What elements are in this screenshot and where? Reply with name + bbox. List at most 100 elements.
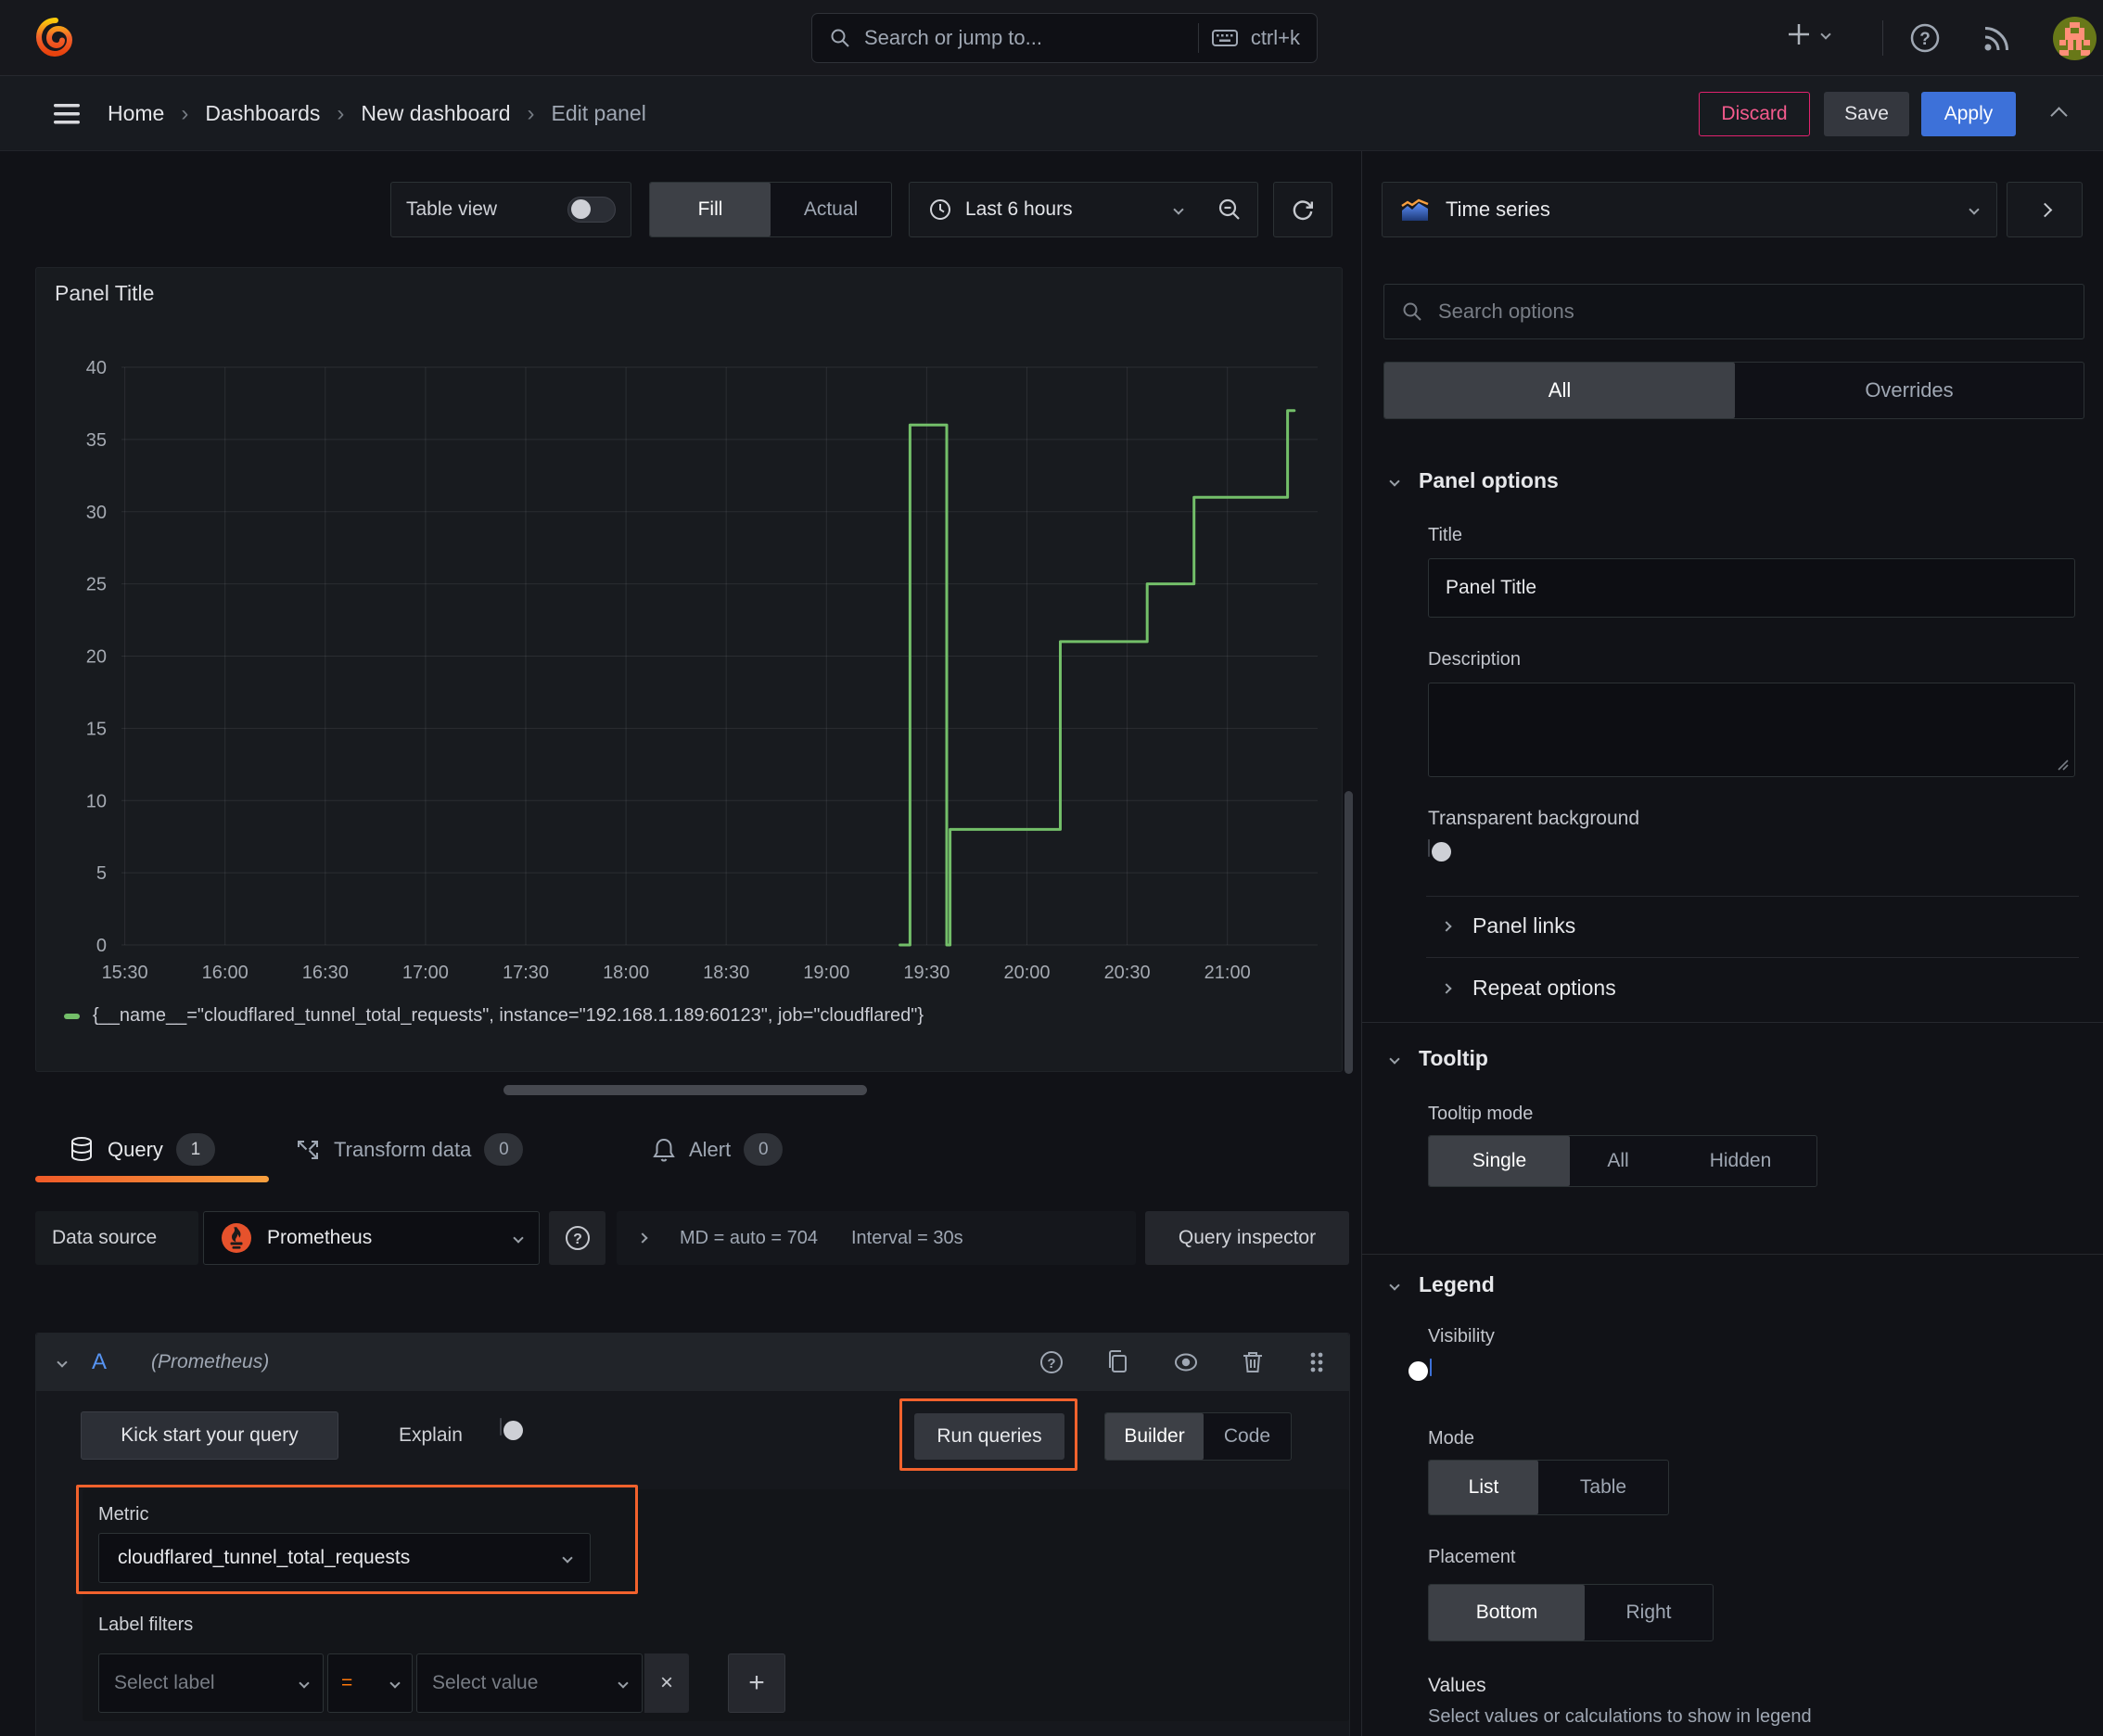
panel-description-textarea[interactable] xyxy=(1428,683,2075,777)
legend-mode-table[interactable]: Table xyxy=(1538,1461,1668,1514)
apply-button[interactable]: Apply xyxy=(1921,92,2016,136)
query-inspector-button[interactable]: Query inspector xyxy=(1145,1211,1349,1265)
transparent-background-toggle[interactable] xyxy=(1428,839,1451,862)
section-header-repeat-options[interactable]: Repeat options xyxy=(1441,976,1616,1001)
tab-overrides[interactable]: Overrides xyxy=(1735,363,2084,418)
legend-visibility-toggle[interactable] xyxy=(1408,1359,1432,1381)
news-icon[interactable] xyxy=(1980,20,2015,56)
zoom-out-icon xyxy=(1217,197,1243,223)
explain-toggle[interactable] xyxy=(500,1418,523,1440)
help-icon[interactable]: ? xyxy=(1906,19,1944,57)
datasource-help-button[interactable]: ? xyxy=(549,1211,605,1265)
legend-placement-right[interactable]: Right xyxy=(1585,1585,1713,1640)
delete-query-trash-icon[interactable] xyxy=(1240,1348,1266,1376)
svg-text:?: ? xyxy=(1919,30,1931,49)
help-circle-icon: ? xyxy=(563,1223,593,1253)
chevron-down-icon xyxy=(1389,1053,1400,1065)
breadcrumb-item-new-dashboard[interactable]: New dashboard xyxy=(361,101,510,126)
discard-button[interactable]: Discard xyxy=(1699,92,1810,136)
visualization-picker[interactable]: Time series xyxy=(1382,182,1997,237)
tooltip-mode-hidden[interactable]: Hidden xyxy=(1666,1136,1815,1186)
chart-legend-item[interactable]: {__name__="cloudflared_tunnel_total_requ… xyxy=(64,1005,924,1027)
table-view-control: Table view xyxy=(390,182,631,237)
code-option[interactable]: Code xyxy=(1204,1413,1291,1460)
user-avatar[interactable] xyxy=(2053,17,2097,60)
tooltip-mode-single[interactable]: Single xyxy=(1429,1136,1570,1186)
panel-title-input[interactable] xyxy=(1428,558,2075,618)
section-header-tooltip[interactable]: Tooltip xyxy=(1389,1046,1488,1071)
save-button[interactable]: Save xyxy=(1824,92,1909,136)
tab-alert-label: Alert xyxy=(689,1137,732,1161)
legend-visibility-label: Visibility xyxy=(1428,1326,1495,1347)
add-new-button[interactable] xyxy=(1785,20,1831,48)
label-filter-operator-select[interactable]: = xyxy=(327,1653,413,1713)
toggle-viz-picker-button[interactable] xyxy=(2007,182,2083,237)
legend-values-label: Values xyxy=(1428,1675,1486,1696)
section-header-legend[interactable]: Legend xyxy=(1389,1272,1495,1297)
collapse-header-icon[interactable] xyxy=(2050,107,2068,124)
chevron-down-icon xyxy=(299,1678,310,1689)
add-filter-button[interactable]: + xyxy=(728,1653,785,1713)
disable-query-eye-icon[interactable] xyxy=(1171,1348,1201,1376)
refresh-icon xyxy=(1290,197,1316,223)
drag-handle-icon[interactable] xyxy=(1306,1348,1327,1376)
table-view-toggle[interactable] xyxy=(567,197,616,223)
time-range-label: Last 6 hours xyxy=(965,198,1073,220)
builder-option[interactable]: Builder xyxy=(1105,1413,1204,1460)
query-help-icon[interactable]: ? xyxy=(1038,1348,1065,1376)
label-filter-label-select[interactable]: Select label xyxy=(98,1653,324,1713)
time-range-picker[interactable]: Last 6 hours xyxy=(909,182,1202,237)
explain-label: Explain xyxy=(399,1424,463,1446)
duplicate-query-icon[interactable] xyxy=(1104,1348,1132,1376)
actual-option[interactable]: Actual xyxy=(771,183,891,236)
grafana-logo-icon[interactable] xyxy=(33,15,78,61)
y-tick-label: 35 xyxy=(86,430,107,451)
tab-transform-data[interactable]: Transform data 0 xyxy=(295,1133,524,1166)
series-line xyxy=(899,409,1296,947)
fill-option[interactable]: Fill xyxy=(650,183,771,236)
metric-value: cloudflared_tunnel_total_requests xyxy=(118,1547,411,1568)
x-tick-label: 20:00 xyxy=(1003,963,1050,983)
tab-alert[interactable]: Alert 0 xyxy=(652,1133,784,1166)
x-tick-label: 16:00 xyxy=(202,963,249,983)
y-tick-label: 5 xyxy=(96,863,107,884)
vertical-scrollbar-thumb[interactable] xyxy=(1345,791,1353,1074)
search-options-field[interactable]: Search options xyxy=(1383,284,2084,339)
chevron-down-icon xyxy=(618,1678,629,1689)
breadcrumb-item-edit-panel: Edit panel xyxy=(551,101,646,125)
section-header-panel-links[interactable]: Panel links xyxy=(1441,913,1575,938)
keyboard-icon xyxy=(1211,29,1238,47)
breadcrumb-separator: › xyxy=(527,100,535,126)
legend-placement-bottom[interactable]: Bottom xyxy=(1429,1585,1585,1640)
menu-icon[interactable] xyxy=(52,100,82,128)
operator-value: = xyxy=(341,1672,353,1693)
legend-mode-list[interactable]: List xyxy=(1429,1461,1538,1514)
x-tick-label: 18:30 xyxy=(703,963,749,983)
query-options-collapsed[interactable]: MD = auto = 704 Interval = 30s xyxy=(617,1211,1136,1265)
tab-transform-count: 0 xyxy=(484,1133,524,1166)
top-nav-bar: Search or jump to... ctrl+k ? xyxy=(0,0,2103,76)
kick-start-query-button[interactable]: Kick start your query xyxy=(81,1411,338,1460)
fill-actual-switch: Fill Actual xyxy=(649,182,892,237)
tab-all-options[interactable]: All xyxy=(1384,363,1735,418)
tab-query-count: 1 xyxy=(175,1133,215,1166)
remove-filter-button[interactable]: × xyxy=(644,1653,689,1713)
datasource-picker[interactable]: Prometheus xyxy=(203,1211,540,1265)
select-value-placeholder: Select value xyxy=(432,1672,539,1693)
tab-query[interactable]: Query 1 xyxy=(69,1133,215,1166)
metric-select[interactable]: cloudflared_tunnel_total_requests xyxy=(98,1533,591,1583)
zoom-out-button[interactable] xyxy=(1201,182,1258,237)
query-row-header[interactable]: A (Prometheus) ? xyxy=(36,1334,1349,1391)
breadcrumb-item-home[interactable]: Home xyxy=(108,101,164,126)
section-header-panel-options[interactable]: Panel options xyxy=(1389,468,1559,493)
run-queries-button[interactable]: Run queries xyxy=(914,1413,1064,1460)
time-series-chart[interactable]: 0 5 10 15 20 25 30 35 40 15:30 16:00 16:30 17:00 17:3… xyxy=(36,268,1342,1028)
panel-resize-handle[interactable] xyxy=(503,1085,867,1095)
textarea-resize-handle[interactable] xyxy=(2055,757,2070,772)
tooltip-mode-all[interactable]: All xyxy=(1570,1136,1666,1186)
x-tick-label: 16:30 xyxy=(302,963,349,983)
global-search-bar[interactable]: Search or jump to... ctrl+k xyxy=(811,13,1318,63)
breadcrumb-item-dashboards[interactable]: Dashboards xyxy=(205,101,320,126)
label-filter-value-select[interactable]: Select value xyxy=(416,1653,643,1713)
refresh-button[interactable] xyxy=(1273,182,1332,237)
